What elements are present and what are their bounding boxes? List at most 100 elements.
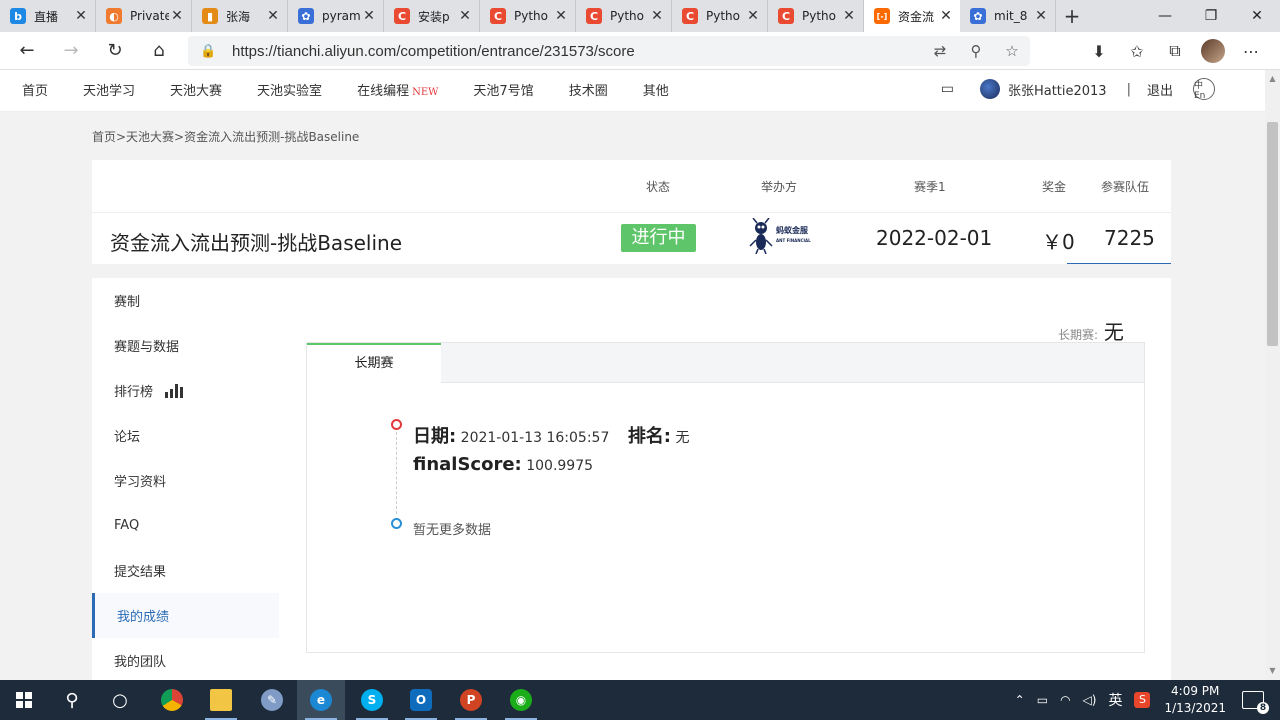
sidebar-item-my-score[interactable]: 我的成绩 bbox=[92, 593, 279, 638]
close-icon[interactable]: ✕ bbox=[841, 8, 857, 24]
chevron-up-icon[interactable]: ⌃ bbox=[1015, 693, 1025, 707]
nav-online-coding-label: 在线编程 bbox=[357, 83, 410, 99]
close-icon[interactable]: ✕ bbox=[73, 8, 89, 24]
browser-tab[interactable]: C Pytho ✕ bbox=[672, 0, 768, 32]
language-switch-icon[interactable]: 中En bbox=[1193, 78, 1215, 101]
clock-time: 4:09 PM bbox=[1171, 684, 1220, 698]
powerpoint-icon[interactable]: P bbox=[447, 680, 495, 720]
baidu-paw-icon: ✿ bbox=[298, 8, 314, 24]
nav-pavilion[interactable]: 天池7号馆 bbox=[473, 80, 533, 99]
logout-link[interactable]: 退出 bbox=[1147, 80, 1173, 99]
browser-tab-active[interactable]: [-] 资金流 ✕ bbox=[864, 0, 960, 32]
close-icon[interactable]: ✕ bbox=[361, 8, 377, 24]
browser-tab[interactable]: ✿ pyrami ✕ bbox=[288, 0, 384, 32]
nav-other[interactable]: 其他 bbox=[643, 80, 669, 99]
nav-learn[interactable]: 天池学习 bbox=[83, 80, 135, 99]
sogou-icon[interactable]: S bbox=[1134, 692, 1151, 708]
notification-icon[interactable]: 8 bbox=[1242, 691, 1269, 714]
sidebar-item-leaderboard[interactable]: 排行榜 bbox=[92, 368, 279, 413]
scroll-down-icon[interactable]: ▼ bbox=[1265, 664, 1280, 678]
star-icon[interactable]: ☆ bbox=[994, 42, 1030, 60]
window-close-icon[interactable]: ✕ bbox=[1234, 0, 1280, 32]
browser-tab[interactable]: ▮ 张海 ✕ bbox=[192, 0, 288, 32]
score-date-row: 日期: 2021-01-13 16:05:57 排名: 无 bbox=[413, 422, 689, 448]
nav-lab[interactable]: 天池实验室 bbox=[257, 80, 322, 99]
refresh-icon[interactable]: ↻ bbox=[96, 32, 134, 70]
close-icon[interactable]: ✕ bbox=[1033, 8, 1049, 24]
ime-indicator[interactable]: 英 bbox=[1108, 690, 1122, 710]
translate-icon[interactable]: ⇄ bbox=[922, 42, 958, 60]
address-bar[interactable]: 🔒 https://tianchi.aliyun.com/competition… bbox=[188, 36, 1030, 66]
chrome-icon[interactable] bbox=[148, 680, 196, 720]
tab-label: mit_8 bbox=[994, 9, 1028, 23]
nav-home[interactable]: 首页 bbox=[22, 80, 48, 99]
browser-tab[interactable]: C Pytho ✕ bbox=[576, 0, 672, 32]
final-score-value: 100.9975 bbox=[526, 458, 594, 474]
scroll-up-icon[interactable]: ▲ bbox=[1265, 72, 1280, 86]
paint-icon[interactable]: ✎ bbox=[248, 680, 296, 720]
minimize-icon[interactable]: — bbox=[1142, 0, 1188, 32]
close-icon[interactable]: ✕ bbox=[553, 8, 569, 24]
nav-tech-circle[interactable]: 技术圈 bbox=[569, 80, 608, 99]
page-title: 资金流入流出预测-挑战Baseline bbox=[110, 231, 403, 255]
close-icon[interactable]: ✕ bbox=[457, 8, 473, 24]
sidebar-item-label: 排行榜 bbox=[114, 385, 154, 400]
browser-tab[interactable]: ✿ mit_8 ✕ bbox=[960, 0, 1056, 32]
sidebar-item-forum[interactable]: 论坛 bbox=[92, 413, 279, 458]
close-icon[interactable]: ✕ bbox=[938, 8, 954, 24]
nav-online-coding[interactable]: 在线编程 NEW bbox=[357, 80, 438, 99]
favorites-icon[interactable]: ✩ bbox=[1118, 42, 1156, 61]
browser-tab[interactable]: ◐ Private ✕ bbox=[96, 0, 192, 32]
search-icon[interactable]: ⚲ bbox=[48, 680, 96, 720]
home-icon[interactable]: ⌂ bbox=[140, 32, 178, 70]
ant-financial-logo: 蚂蚁金服 ANT FINANCIAL bbox=[748, 216, 814, 256]
profile-avatar[interactable] bbox=[1201, 39, 1225, 63]
close-icon[interactable]: ✕ bbox=[265, 8, 281, 24]
collections-icon[interactable]: ⧉ bbox=[1156, 41, 1194, 61]
csdn-icon: C bbox=[394, 8, 410, 24]
forward-arrow-icon[interactable]: → bbox=[52, 32, 90, 70]
system-tray: ⌃ ▭ ◠ ◁) 英 S 4:09 PM 1/13/2021 8 bbox=[1009, 680, 1280, 720]
sidebar-item-rules[interactable]: 赛制 bbox=[92, 278, 279, 323]
close-icon[interactable]: ✕ bbox=[169, 8, 185, 24]
restore-icon[interactable]: ❐ bbox=[1188, 0, 1234, 32]
tab-long-term[interactable]: 长期赛 bbox=[307, 343, 441, 383]
windows-start-icon[interactable] bbox=[0, 680, 48, 720]
scrollbar-thumb[interactable] bbox=[1267, 122, 1278, 346]
file-explorer-icon[interactable] bbox=[197, 680, 245, 720]
nav-competitions[interactable]: 天池大赛 bbox=[170, 80, 222, 99]
username[interactable]: 张张Hattie2013 bbox=[1008, 80, 1107, 99]
sidebar-item-materials[interactable]: 学习资料 bbox=[92, 458, 279, 503]
wechat-icon[interactable]: ◉ bbox=[497, 680, 545, 720]
new-tab-icon[interactable]: + bbox=[1056, 0, 1088, 32]
clock-date: 1/13/2021 bbox=[1164, 701, 1226, 715]
download-icon[interactable]: ⬇ bbox=[1080, 42, 1118, 61]
browser-tab[interactable]: b 直播 ✕ bbox=[0, 0, 96, 32]
volume-icon[interactable]: ◁) bbox=[1083, 693, 1097, 707]
back-arrow-icon[interactable]: ← bbox=[8, 32, 46, 70]
browser-tab[interactable]: C Pytho ✕ bbox=[480, 0, 576, 32]
battery-icon[interactable]: ▭ bbox=[1037, 693, 1048, 707]
teams-underline bbox=[1067, 263, 1171, 264]
wifi-icon[interactable]: ◠ bbox=[1060, 693, 1070, 707]
zoom-icon[interactable]: ⚲ bbox=[958, 42, 994, 60]
outlook-icon[interactable]: O bbox=[397, 680, 445, 720]
breadcrumb[interactable]: 首页>天池大赛>资金流入流出预测-挑战Baseline bbox=[92, 128, 359, 145]
avatar[interactable] bbox=[979, 79, 1000, 99]
cortana-icon[interactable]: ○ bbox=[96, 680, 144, 720]
edge-browser-icon[interactable]: e bbox=[297, 680, 345, 720]
more-menu-icon[interactable]: ⋯ bbox=[1232, 42, 1270, 61]
sidebar-item-faq[interactable]: FAQ bbox=[92, 503, 279, 548]
close-icon[interactable]: ✕ bbox=[649, 8, 665, 24]
url-text[interactable]: https://tianchi.aliyun.com/competition/e… bbox=[232, 43, 635, 60]
browser-tab[interactable]: C 安装p ✕ bbox=[384, 0, 480, 32]
message-icon[interactable]: ▭ bbox=[941, 81, 954, 97]
sidebar-item-my-team[interactable]: 我的团队 bbox=[92, 638, 279, 683]
browser-tab[interactable]: C Pytho ✕ bbox=[768, 0, 864, 32]
sidebar-item-data[interactable]: 赛题与数据 bbox=[92, 323, 279, 368]
close-icon[interactable]: ✕ bbox=[745, 8, 761, 24]
clock[interactable]: 4:09 PM 1/13/2021 bbox=[1164, 683, 1226, 717]
sidebar-item-submit[interactable]: 提交结果 bbox=[92, 548, 279, 593]
lock-icon[interactable]: 🔒 bbox=[200, 44, 222, 59]
skype-icon[interactable]: S bbox=[348, 680, 396, 720]
